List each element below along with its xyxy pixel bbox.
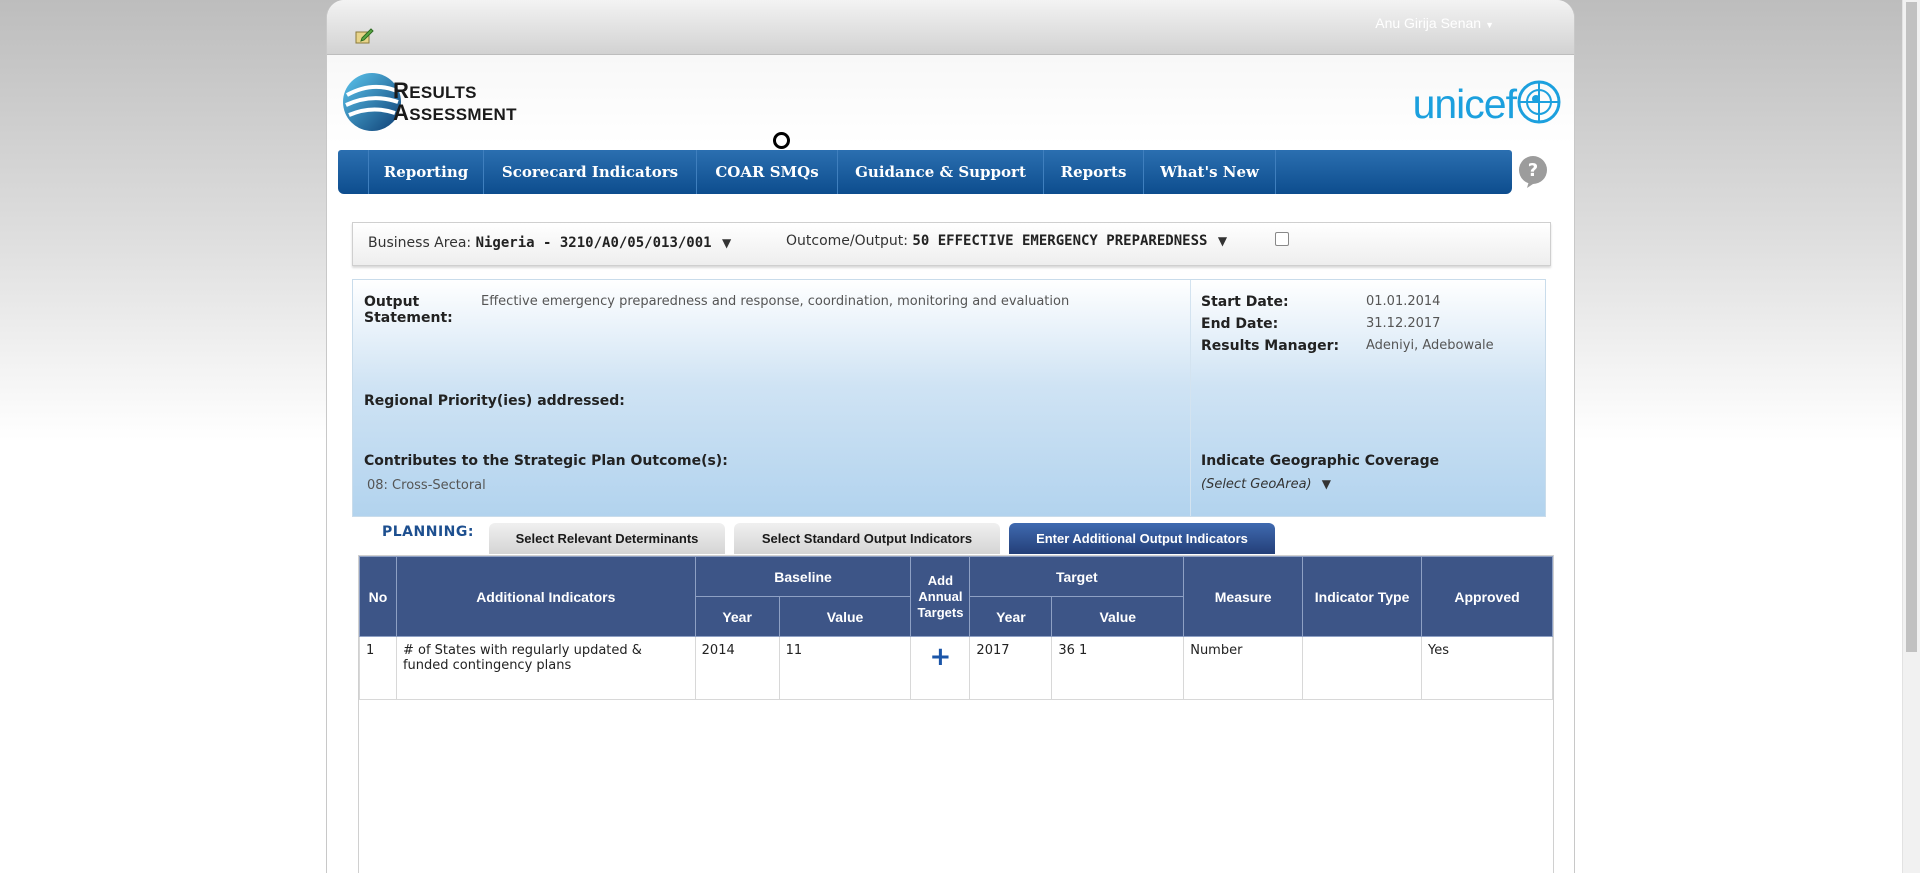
page-container: Anu Girija Senan ▼ RESULTS ASSESSMENT un… bbox=[326, 0, 1575, 873]
cell-approved: Yes bbox=[1421, 636, 1553, 700]
business-area-selector[interactable]: Business Area: Nigeria - 3210/A0/05/013/… bbox=[368, 235, 731, 251]
tab-select-standard-output-indicators[interactable]: Select Standard Output Indicators bbox=[734, 523, 1000, 554]
col-header-target-year: Year bbox=[969, 596, 1053, 637]
col-header-target-value: Value bbox=[1051, 596, 1185, 637]
nav-item-reporting[interactable]: Reporting bbox=[369, 150, 484, 194]
mouse-cursor bbox=[773, 132, 790, 149]
col-header-target: Target bbox=[969, 556, 1185, 597]
nav-item-coar-smqs[interactable]: COAR SMQs bbox=[697, 150, 838, 194]
output-info-panel: Output Statement: Effective emergency pr… bbox=[352, 279, 1546, 517]
cell-no: 1 bbox=[359, 636, 397, 700]
planning-tabs: PLANNING: Select Relevant Determinants S… bbox=[327, 521, 1574, 555]
col-header-additional-indicators: Additional Indicators bbox=[395, 556, 696, 637]
svg-text:?: ? bbox=[1528, 160, 1538, 181]
nav-item-whats-new[interactable]: What's New bbox=[1144, 150, 1276, 194]
cell-baseline-value[interactable]: 11 bbox=[778, 636, 912, 700]
col-header-baseline-value: Value bbox=[778, 596, 912, 637]
panel-divider bbox=[1190, 280, 1191, 516]
end-date-label: End Date: bbox=[1201, 316, 1279, 332]
top-bar: Anu Girija Senan ▼ bbox=[327, 0, 1574, 55]
col-header-add-annual-targets: Add Annual Targets bbox=[910, 556, 971, 637]
user-menu[interactable]: Anu Girija Senan ▼ bbox=[1375, 15, 1494, 31]
nav-spacer bbox=[338, 150, 369, 194]
geo-area-placeholder: (Select GeoArea) bbox=[1201, 477, 1312, 492]
filter-bar: Business Area: Nigeria - 3210/A0/05/013/… bbox=[352, 222, 1551, 266]
business-area-value: Nigeria - 3210/A0/05/013/001 bbox=[475, 235, 712, 251]
outcome-checkbox[interactable] bbox=[1275, 232, 1289, 246]
chevron-down-icon[interactable]: ▼ bbox=[1322, 477, 1331, 491]
indicators-grid: No Additional Indicators Baseline Add An… bbox=[358, 555, 1554, 873]
logo-line-1: RESULTS bbox=[393, 78, 477, 103]
strategic-plan-value: 08: Cross-Sectoral bbox=[367, 478, 486, 493]
results-manager-label: Results Manager: bbox=[1201, 338, 1340, 354]
cell-target-year[interactable]: 2017 bbox=[969, 636, 1053, 700]
cell-baseline-year[interactable]: 2014 bbox=[694, 636, 780, 700]
outcome-selector[interactable]: Outcome/Output: 50 EFFECTIVE EMERGENCY P… bbox=[786, 233, 1227, 249]
unicef-emblem-icon bbox=[1516, 79, 1562, 129]
edit-icon[interactable] bbox=[355, 27, 375, 45]
business-area-label: Business Area: bbox=[368, 235, 472, 251]
unicef-wordmark: unicef bbox=[1412, 80, 1517, 127]
geo-coverage-label: Indicate Geographic Coverage bbox=[1201, 453, 1440, 469]
tab-enter-additional-output-indicators[interactable]: Enter Additional Output Indicators bbox=[1009, 523, 1275, 554]
chevron-down-icon[interactable]: ▼ bbox=[1218, 234, 1227, 248]
col-header-approved: Approved bbox=[1421, 556, 1553, 637]
scrollbar-thumb[interactable] bbox=[1906, 2, 1917, 652]
outcome-label: Outcome/Output: bbox=[786, 233, 908, 249]
col-header-no: No bbox=[359, 556, 397, 637]
header: RESULTS ASSESSMENT unicef bbox=[327, 55, 1574, 145]
start-date-value: 01.01.2014 bbox=[1366, 294, 1441, 309]
help-icon[interactable]: ? bbox=[1517, 155, 1551, 193]
chevron-down-icon: ▼ bbox=[1485, 20, 1494, 30]
start-date-label: Start Date: bbox=[1201, 294, 1289, 310]
indicators-table: No Additional Indicators Baseline Add An… bbox=[359, 556, 1553, 700]
col-header-baseline: Baseline bbox=[694, 556, 912, 597]
geo-area-selector[interactable]: (Select GeoArea) ▼ bbox=[1201, 476, 1331, 493]
cell-add-annual-targets: + bbox=[910, 636, 971, 700]
output-statement-value: Effective emergency preparedness and res… bbox=[481, 294, 1070, 309]
add-annual-targets-button[interactable]: + bbox=[917, 644, 963, 670]
logo-text: RESULTS ASSESSMENT bbox=[393, 78, 517, 125]
regional-priority-label: Regional Priority(ies) addressed: bbox=[364, 393, 625, 409]
page-scrollbar[interactable] bbox=[1902, 0, 1920, 873]
logo-line-2: ASSESSMENT bbox=[393, 100, 517, 125]
user-name: Anu Girija Senan bbox=[1375, 15, 1482, 31]
strategic-plan-label: Contributes to the Strategic Plan Outcom… bbox=[364, 453, 728, 469]
results-manager-value: Adeniyi, Adebowale bbox=[1366, 338, 1494, 353]
nav-item-reports[interactable]: Reports bbox=[1044, 150, 1144, 194]
cell-indicator[interactable]: # of States with regularly updated & fun… bbox=[395, 636, 696, 700]
nav-item-guidance-support[interactable]: Guidance & Support bbox=[838, 150, 1044, 194]
chevron-down-icon[interactable]: ▼ bbox=[722, 236, 731, 250]
outcome-value: 50 EFFECTIVE EMERGENCY PREPAREDNESS bbox=[912, 233, 1208, 249]
planning-label: PLANNING: bbox=[382, 524, 474, 540]
output-statement-label: Output Statement: bbox=[364, 294, 453, 326]
unicef-logo: unicef bbox=[1413, 79, 1562, 129]
cell-indicator-type[interactable] bbox=[1302, 636, 1423, 700]
cell-measure[interactable]: Number bbox=[1183, 636, 1304, 700]
table-row[interactable]: 1 # of States with regularly updated & f… bbox=[359, 636, 1553, 700]
cell-target-value[interactable]: 36 1 bbox=[1051, 636, 1185, 700]
tab-select-relevant-determinants[interactable]: Select Relevant Determinants bbox=[489, 523, 725, 554]
col-header-baseline-year: Year bbox=[694, 596, 780, 637]
main-nav: Reporting Scorecard Indicators COAR SMQs… bbox=[338, 150, 1512, 194]
nav-item-scorecard-indicators[interactable]: Scorecard Indicators bbox=[484, 150, 697, 194]
col-header-measure: Measure bbox=[1183, 556, 1304, 637]
col-header-indicator-type: Indicator Type bbox=[1302, 556, 1423, 637]
end-date-value: 31.12.2017 bbox=[1366, 316, 1441, 331]
